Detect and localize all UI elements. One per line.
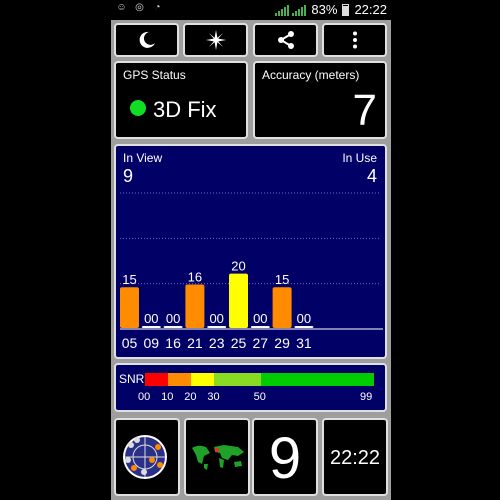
snr-ticks: 00 10 20 30 50 99 <box>116 391 385 405</box>
satellite-bar <box>120 287 139 328</box>
satellite-bar <box>185 284 205 328</box>
satellite-bar <box>229 273 248 328</box>
snr-legend: SNR 00 10 20 30 50 99 <box>114 363 387 412</box>
satellite-prn-label: 31 <box>296 335 312 351</box>
notification-icon: ☺ <box>116 2 127 13</box>
satellite-prn-label: 25 <box>231 335 247 351</box>
compass-star-icon <box>205 30 226 50</box>
satellite-prn-label: 27 <box>253 335 269 351</box>
status-bar: ☺ ◎ ◔ 83% 22:22 <box>111 0 391 20</box>
moon-icon <box>139 31 155 48</box>
satellite-count: 9 <box>268 426 302 491</box>
battery-icon <box>342 3 350 16</box>
sky-view-icon <box>123 435 167 479</box>
satellite-bar <box>272 287 292 328</box>
in-use-label: In Use <box>342 151 377 165</box>
satellite-snr-label: 16 <box>188 269 202 284</box>
wifi-icon: ◔ <box>154 2 161 13</box>
signal-icon <box>275 4 290 16</box>
satellite-snr-label: 15 <box>275 272 289 287</box>
more-options-button[interactable] <box>322 23 387 57</box>
accuracy-panel: Accuracy (meters) 7 <box>253 61 387 139</box>
snr-tick-label: 99 <box>360 391 373 403</box>
satellite-snr-label: 00 <box>144 311 158 326</box>
snr-segment <box>260 373 374 386</box>
snr-segment <box>191 373 215 386</box>
satellite-prn-label: 29 <box>274 335 290 351</box>
satellite-prn-label: 16 <box>165 335 181 351</box>
snr-tick-label: 00 <box>138 391 151 403</box>
gps-time: 22:22 <box>329 447 381 469</box>
satellite-count-box: 9 <box>252 418 318 496</box>
satellite-prn-label: 23 <box>209 335 225 351</box>
in-use-value: 4 <box>366 166 377 186</box>
gps-status-panel: GPS Status 3D Fix <box>114 61 248 139</box>
satellite-bar <box>163 326 183 328</box>
satellite-bar <box>250 326 270 328</box>
night-mode-button[interactable] <box>114 23 179 57</box>
satellite-snr-label: 15 <box>122 272 136 287</box>
snr-label: SNR <box>119 372 145 386</box>
snr-tick-label: 20 <box>184 391 197 403</box>
satellite-prn-label: 21 <box>187 335 203 351</box>
signal-icon-2 <box>292 4 307 16</box>
snr-tick-label: 10 <box>161 391 174 403</box>
satellite-snr-label: 00 <box>209 311 223 326</box>
satellite-snr-label: 00 <box>297 311 311 326</box>
satellite-bar <box>141 326 161 328</box>
gps-status-label: GPS Status <box>123 68 186 82</box>
status-clock: 22:22 <box>354 2 387 17</box>
share-button[interactable] <box>253 23 318 57</box>
gps-time-box: 22:22 <box>322 418 388 496</box>
satellite-snr-label: 00 <box>253 311 267 326</box>
satellite-bar <box>207 326 227 328</box>
gps-icon: ◎ <box>135 2 144 13</box>
compass-button[interactable] <box>183 23 248 57</box>
accuracy-value: 7 <box>352 86 377 135</box>
satellite-prn-label: 09 <box>144 335 160 351</box>
satellite-snr-label: 00 <box>166 311 180 326</box>
share-icon <box>277 31 294 49</box>
battery-percent: 83% <box>311 2 338 17</box>
satellite-snr-chart: 15 05 00 09 00 16 16 21 00 23 20 25 00 27 15 29 00 31 In … <box>114 144 387 359</box>
fix-indicator-icon <box>130 100 146 116</box>
satellite-snr-label: 20 <box>231 259 245 274</box>
snr-color-scale <box>145 373 374 386</box>
world-map-button[interactable] <box>184 418 250 496</box>
world-map-icon <box>188 442 246 470</box>
phone-screen: ☺ ◎ ◔ 83% 22:22 GPS Status 3D Fix Accura… <box>111 0 391 500</box>
more-vert-icon <box>352 31 357 49</box>
snr-tick-label: 50 <box>253 391 266 403</box>
snr-segment <box>168 373 192 386</box>
fix-status-value: 3D Fix <box>153 97 217 122</box>
snr-segment <box>145 373 169 386</box>
satellite-bar <box>294 326 314 328</box>
accuracy-label: Accuracy (meters) <box>262 68 360 82</box>
satellite-bars: 15 05 00 09 00 16 16 21 00 23 20 25 00 27 15 29 00 31 <box>120 192 383 351</box>
satellite-prn-label: 05 <box>122 335 138 351</box>
snr-segment <box>214 373 261 386</box>
in-view-value: 9 <box>123 166 134 186</box>
sky-view-button[interactable] <box>114 418 180 496</box>
in-view-label: In View <box>123 151 163 165</box>
snr-tick-label: 30 <box>207 391 220 403</box>
